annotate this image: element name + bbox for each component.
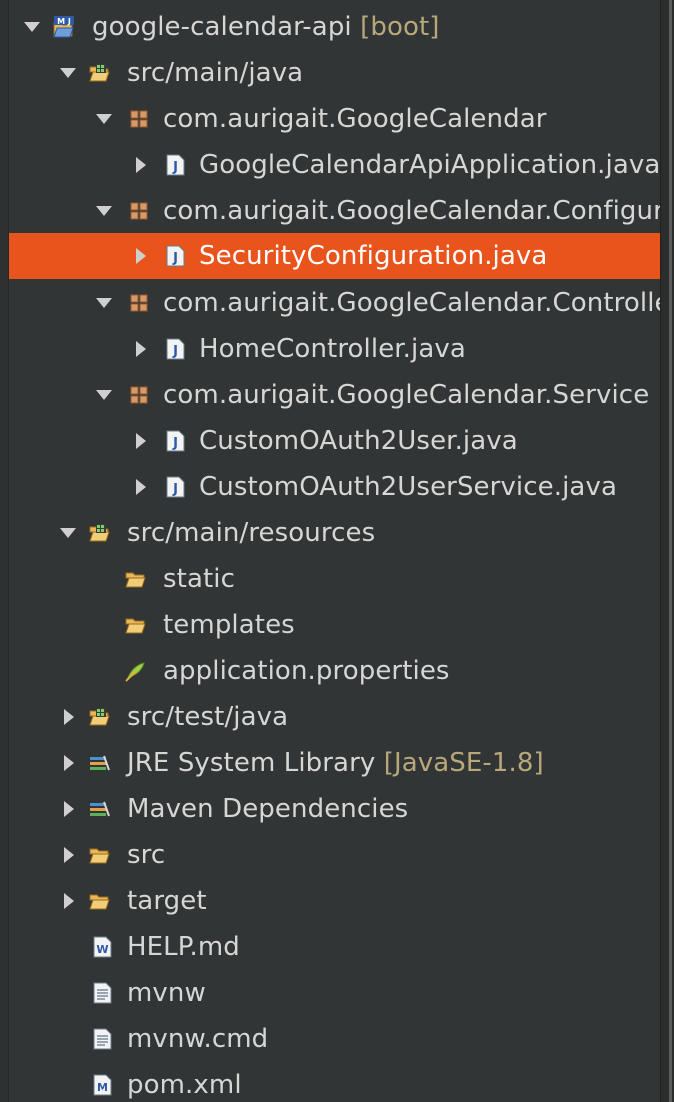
tree-row-label: JRE System Library [JavaSE-1.8] [127, 748, 544, 778]
tree-row-package[interactable]: com.aurigait.GoogleCalendar.Configuratio… [9, 188, 661, 234]
java-file-icon [166, 338, 185, 360]
triangle-right-icon[interactable] [59, 846, 77, 864]
triangle-down-icon[interactable] [23, 18, 41, 36]
triangle-down-icon[interactable] [95, 202, 113, 220]
triangle-right-icon[interactable] [59, 800, 77, 818]
package-explorer-tree: google-calendar-api [boot] src/main/java… [8, 0, 661, 1102]
tree-row-label: CustomOAuth2User.java [199, 426, 518, 456]
tree-row-java-file-selected[interactable]: SecurityConfiguration.java [9, 233, 661, 279]
tree-row-label: GoogleCalendarApiApplication.java [199, 150, 661, 180]
triangle-right-icon[interactable] [59, 754, 77, 772]
tree-row-java-file[interactable]: GoogleCalendarApiApplication.java [9, 142, 661, 188]
library-icon [89, 801, 110, 817]
java-file-icon [166, 476, 185, 498]
tree-row-properties-file[interactable]: application.properties [9, 648, 661, 694]
source-folder-icon [89, 523, 110, 542]
tree-row-label: mvnw.cmd [127, 1024, 269, 1054]
library-name: JRE System Library [127, 748, 376, 778]
tree-row-label: com.aurigait.GoogleCalendar.Service [163, 380, 650, 410]
tree-row-label: HomeController.java [199, 334, 466, 364]
tree-row-src-main-java[interactable]: src/main/java [9, 50, 661, 96]
tree-row-package[interactable]: com.aurigait.GoogleCalendar.Service [9, 372, 661, 418]
triangle-down-icon[interactable] [59, 64, 77, 82]
tree-row-label: com.aurigait.GoogleCalendar [163, 104, 547, 134]
tree-row-label: templates [163, 610, 295, 640]
tree-row-label: application.properties [163, 656, 450, 686]
folder-icon [125, 618, 146, 634]
source-folder-icon [89, 63, 110, 82]
tree-row-label: static [163, 564, 235, 594]
tree-row-folder-static[interactable]: static [9, 556, 661, 602]
java-file-icon [166, 154, 185, 176]
tree-row-pom-xml[interactable]: pom.xml [9, 1062, 661, 1102]
markdown-file-icon [93, 936, 112, 958]
text-file-icon [93, 1028, 112, 1050]
triangle-right-icon[interactable] [59, 892, 77, 910]
tree-row-package[interactable]: com.aurigait.GoogleCalendar.Controller [9, 280, 661, 326]
scrollbar-thumb[interactable] [669, 0, 672, 1102]
tree-row-label: SecurityConfiguration.java [199, 241, 548, 271]
tree-row-label: src/test/java [127, 702, 289, 732]
tree-row-label: CustomOAuth2UserService.java [199, 472, 617, 502]
tree-row-java-file[interactable]: CustomOAuth2User.java [9, 418, 661, 464]
triangle-down-icon[interactable] [59, 524, 77, 542]
properties-file-icon [125, 662, 145, 682]
tree-row-project[interactable]: google-calendar-api [boot] [9, 4, 661, 50]
tree-row-package[interactable]: com.aurigait.GoogleCalendar [9, 96, 661, 142]
tree-row-folder-templates[interactable]: templates [9, 602, 661, 648]
source-folder-icon [89, 707, 110, 726]
tree-row-label: mvnw [127, 978, 206, 1008]
tree-row-label: Maven Dependencies [127, 794, 409, 824]
triangle-right-icon[interactable] [131, 432, 149, 450]
triangle-down-icon[interactable] [95, 110, 113, 128]
package-icon [130, 386, 148, 404]
tree-row-java-file[interactable]: HomeController.java [9, 326, 661, 372]
project-decoration: [boot] [360, 12, 440, 42]
tree-row-maven-dependencies[interactable]: Maven Dependencies [9, 786, 661, 832]
folder-icon [89, 848, 110, 864]
tree-row-label: src/main/resources [127, 518, 376, 548]
tree-row-label: target [127, 886, 207, 916]
triangle-right-icon[interactable] [131, 478, 149, 496]
library-icon [89, 755, 110, 771]
folder-icon [89, 894, 110, 910]
triangle-right-icon[interactable] [59, 708, 77, 726]
project-icon [53, 16, 74, 38]
tree-row-label: com.aurigait.GoogleCalendar.Configuratio… [163, 196, 661, 226]
tree-row-label: pom.xml [127, 1070, 242, 1100]
text-file-icon [93, 982, 112, 1004]
folder-icon [125, 572, 146, 588]
tree-row-jre-library[interactable]: JRE System Library [JavaSE-1.8] [9, 740, 661, 786]
tree-row-folder-target[interactable]: target [9, 878, 661, 924]
tree-row-folder-src[interactable]: src [9, 832, 661, 878]
tree-row-label: HELP.md [127, 932, 240, 962]
package-icon [130, 110, 148, 128]
java-file-icon [166, 245, 185, 267]
triangle-down-icon[interactable] [95, 386, 113, 404]
tree-row-label: src [127, 840, 166, 870]
package-icon [130, 294, 148, 312]
triangle-right-icon[interactable] [131, 156, 149, 174]
tree-row-label: src/main/java [127, 58, 304, 88]
tree-row-java-file[interactable]: CustomOAuth2UserService.java [9, 464, 661, 510]
triangle-down-icon[interactable] [95, 294, 113, 312]
triangle-right-icon[interactable] [131, 247, 149, 265]
library-decoration: [JavaSE-1.8] [383, 748, 544, 778]
package-icon [130, 202, 148, 220]
tree-row-src-main-resources[interactable]: src/main/resources [9, 510, 661, 556]
maven-pom-icon [93, 1074, 112, 1096]
tree-row-mvnw[interactable]: mvnw [9, 970, 661, 1016]
triangle-right-icon[interactable] [131, 340, 149, 358]
project-name: google-calendar-api [92, 12, 352, 42]
tree-row-label: com.aurigait.GoogleCalendar.Controller [163, 288, 661, 318]
tree-row-src-test-java[interactable]: src/test/java [9, 694, 661, 740]
java-file-icon [166, 430, 185, 452]
tree-row-help-md[interactable]: HELP.md [9, 924, 661, 970]
tree-row-mvnw-cmd[interactable]: mvnw.cmd [9, 1016, 661, 1062]
tree-row-label: google-calendar-api [boot] [92, 12, 440, 42]
